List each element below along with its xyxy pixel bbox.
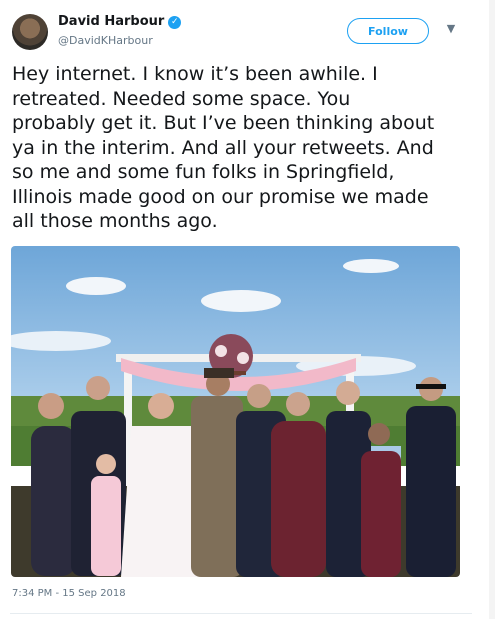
author-name[interactable]: David Harbour [58,14,164,29]
verified-badge-icon: ✓ [168,16,182,29]
tweet-text: Hey internet. I know it’s been awhile. I… [12,63,435,232]
author-name-row[interactable]: David Harbour ✓ [58,14,182,29]
divider [10,613,472,614]
follow-button[interactable]: Follow [347,18,429,44]
scrollbar-track[interactable] [489,0,495,619]
tweet-header: David Harbour ✓ @DavidKHarbour Follow ▼ [0,0,495,60]
author-handle[interactable]: @DavidKHarbour [58,34,153,47]
chevron-down-icon[interactable]: ▼ [444,22,458,36]
tweet-photo[interactable] [11,246,460,577]
avatar[interactable] [12,14,48,50]
wedding-photo-image [11,246,460,577]
tweet-timestamp[interactable]: 7:34 PM - 15 Sep 2018 [12,588,126,599]
